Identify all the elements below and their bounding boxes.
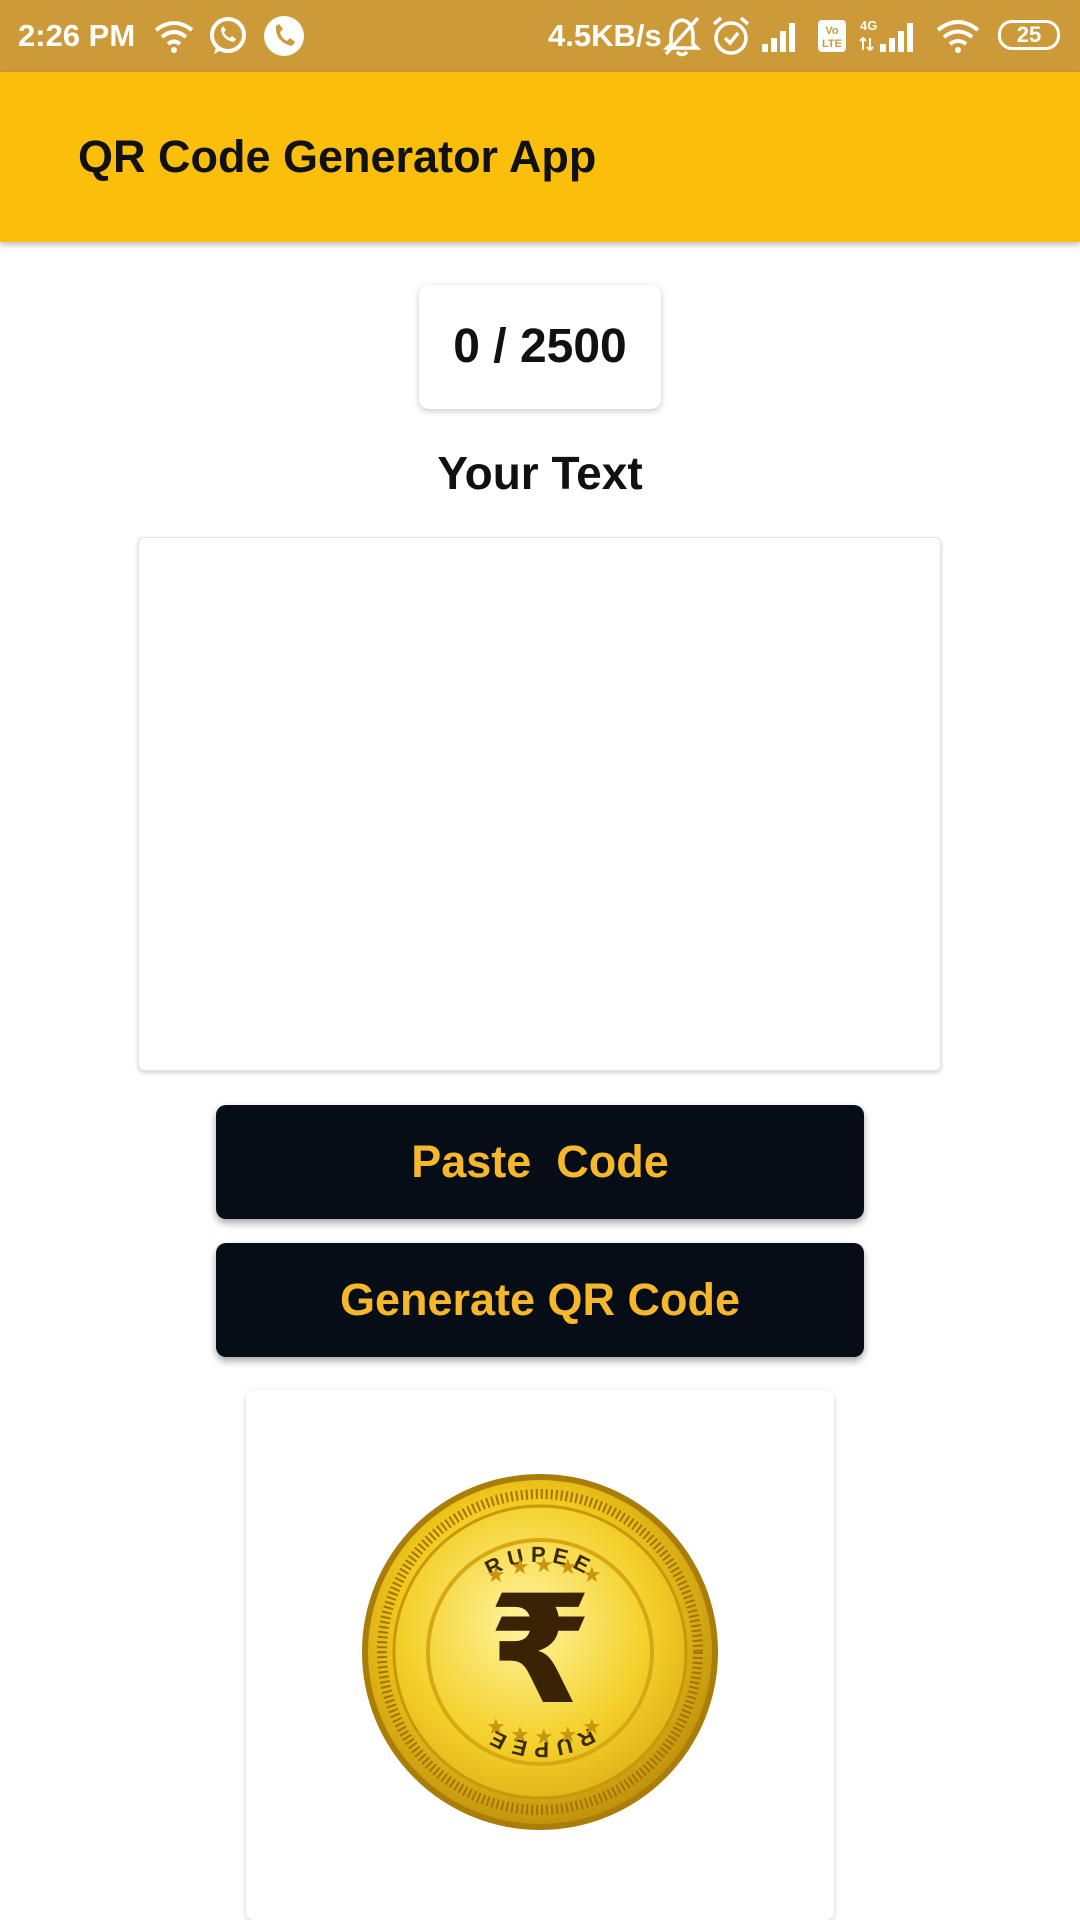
app-title: QR Code Generator App (78, 131, 597, 182)
phone-call-icon (264, 16, 304, 56)
wifi-icon-2 (936, 20, 980, 53)
signal-4g-icon: 4G (859, 18, 913, 52)
coin-image-card: RUPEE RUPEE ★ ★ ★ ★ ★ ★ ★ ★ ★ ★ ₹ (246, 1390, 834, 1920)
alarm-icon (712, 16, 750, 55)
app-bar: QR Code Generator App (0, 72, 1080, 242)
mute-bell-icon (662, 16, 702, 57)
svg-text:Vo: Vo (825, 25, 839, 37)
rupee-coin-image: RUPEE RUPEE ★ ★ ★ ★ ★ ★ ★ ★ ★ ★ ₹ (362, 1474, 718, 1830)
svg-text:4G: 4G (860, 18, 877, 33)
rupee-symbol: ₹ (488, 1564, 592, 1738)
signal-icon-1 (762, 23, 795, 52)
status-time: 2:26 PM (18, 18, 136, 53)
volte-icon: Vo LTE (818, 20, 846, 52)
paste-code-button[interactable]: Paste Code (216, 1105, 864, 1219)
battery-icon: 25 (998, 20, 1060, 50)
svg-text:LTE: LTE (822, 38, 842, 50)
character-counter: 0 / 2500 (419, 285, 661, 409)
input-label: Your Text (437, 447, 643, 499)
text-input-area[interactable] (138, 537, 941, 1071)
net-speed: 4.5KB/s (548, 18, 662, 53)
wifi-icon (154, 21, 194, 53)
status-bar: 2:26 PM 4.5KB/s Vo LTE 4G 25 (0, 0, 1080, 72)
generate-qr-code-button[interactable]: Generate QR Code (216, 1243, 864, 1357)
battery-level: 25 (1016, 22, 1042, 47)
whatsapp-icon (210, 17, 246, 54)
